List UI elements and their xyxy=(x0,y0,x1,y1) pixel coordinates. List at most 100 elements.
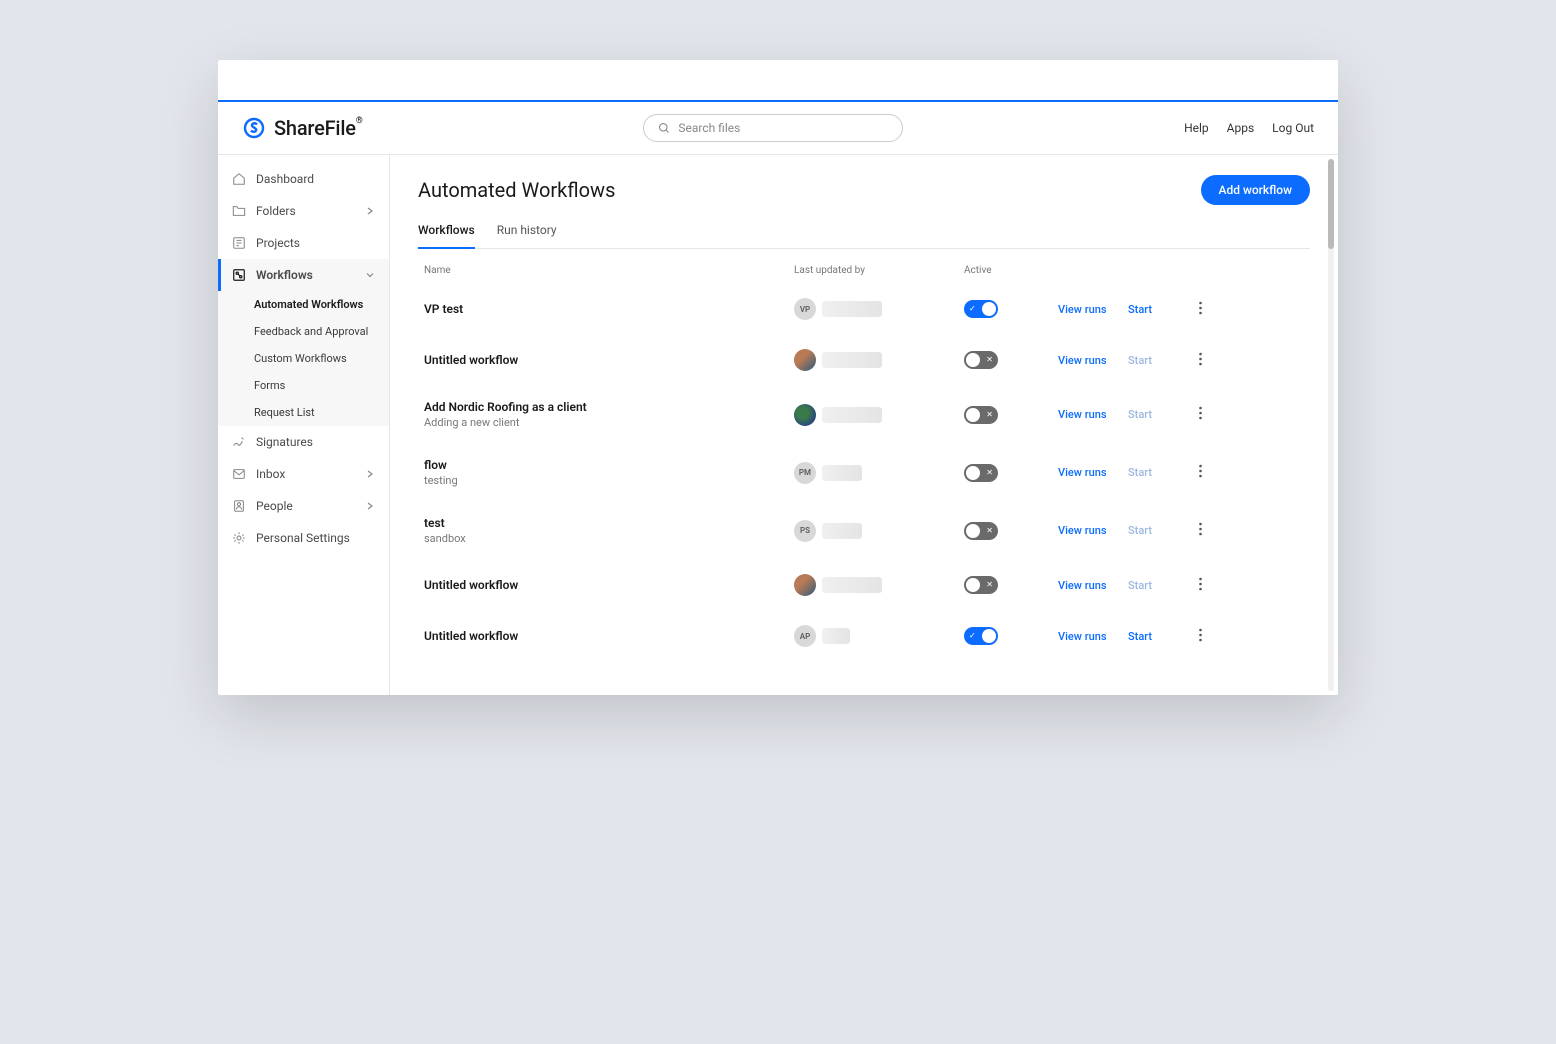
view-runs-link[interactable]: View runs xyxy=(1058,466,1128,479)
sidebar-sub-custom[interactable]: Custom Workflows xyxy=(218,345,389,372)
logout-link[interactable]: Log Out xyxy=(1272,121,1314,135)
row-title: Untitled workflow xyxy=(424,629,794,643)
chevron-right-icon xyxy=(365,206,375,216)
inbox-icon xyxy=(232,467,246,481)
more-vertical-icon xyxy=(1199,522,1202,536)
row-menu-button[interactable] xyxy=(1188,627,1212,646)
start-link: Start xyxy=(1128,354,1188,367)
table-row[interactable]: VP test VP ✓ View runs Start xyxy=(418,284,1310,335)
active-toggle[interactable]: ✕ xyxy=(964,406,998,424)
row-title: Add Nordic Roofing as a client xyxy=(424,400,794,414)
table-row[interactable]: Untitled workflow AP ✓ View runs Start xyxy=(418,611,1310,662)
sidebar-sub-request[interactable]: Request List xyxy=(218,399,389,426)
gear-icon xyxy=(232,531,246,545)
start-link: Start xyxy=(1128,408,1188,421)
start-link[interactable]: Start xyxy=(1128,630,1188,643)
avatar xyxy=(794,574,816,596)
col-header-name[interactable]: Name xyxy=(424,265,794,276)
more-vertical-icon xyxy=(1199,301,1202,315)
avatar: VP xyxy=(794,298,816,320)
sidebar-item-workflows[interactable]: Workflows xyxy=(218,259,389,291)
table-row[interactable]: Untitled workflow ✕ View runs Start xyxy=(418,560,1310,611)
people-icon xyxy=(232,499,246,513)
view-runs-link[interactable]: View runs xyxy=(1058,303,1128,316)
sidebar-item-folders[interactable]: Folders xyxy=(218,195,389,227)
sidebar-item-people[interactable]: People xyxy=(218,490,389,522)
active-toggle[interactable]: ✕ xyxy=(964,522,998,540)
row-subtitle: sandbox xyxy=(424,532,794,545)
main-area: Dashboard Folders Projects Workflows Aut… xyxy=(218,155,1338,695)
brand-name: ShareFile® xyxy=(274,116,363,140)
row-menu-button[interactable] xyxy=(1188,463,1212,482)
table-row[interactable]: Untitled workflow ✕ View runs Start xyxy=(418,335,1310,386)
view-runs-link[interactable]: View runs xyxy=(1058,630,1128,643)
scroll-thumb[interactable] xyxy=(1328,159,1334,249)
table-body: VP test VP ✓ View runs Start Untitled wo… xyxy=(418,284,1310,662)
start-link[interactable]: Start xyxy=(1128,303,1188,316)
active-toggle[interactable]: ✓ xyxy=(964,627,998,645)
avatar: AP xyxy=(794,625,816,647)
more-vertical-icon xyxy=(1199,577,1202,591)
avatar xyxy=(794,404,816,426)
more-vertical-icon xyxy=(1199,406,1202,420)
sidebar-item-dashboard[interactable]: Dashboard xyxy=(218,163,389,195)
active-toggle[interactable]: ✓ xyxy=(964,300,998,318)
row-title: test xyxy=(424,516,794,530)
row-menu-button[interactable] xyxy=(1188,300,1212,319)
row-menu-button[interactable] xyxy=(1188,576,1212,595)
sidebar-sub-feedback[interactable]: Feedback and Approval xyxy=(218,318,389,345)
search-icon xyxy=(658,122,670,134)
table-row[interactable]: test sandbox PS ✕ View runs Start xyxy=(418,502,1310,560)
tab-run-history[interactable]: Run history xyxy=(497,223,557,248)
row-menu-button[interactable] xyxy=(1188,405,1212,424)
view-runs-link[interactable]: View runs xyxy=(1058,354,1128,367)
page-title: Automated Workflows xyxy=(418,178,615,202)
add-workflow-button[interactable]: Add workflow xyxy=(1201,175,1311,205)
sidebar-item-label: Workflows xyxy=(256,268,313,282)
redacted-name xyxy=(822,352,882,368)
redacted-name xyxy=(822,577,882,593)
table-row[interactable]: Add Nordic Roofing as a client Adding a … xyxy=(418,386,1310,444)
sharefile-logo-icon xyxy=(242,116,266,140)
view-runs-link[interactable]: View runs xyxy=(1058,408,1128,421)
help-link[interactable]: Help xyxy=(1184,121,1209,135)
view-runs-link[interactable]: View runs xyxy=(1058,524,1128,537)
brand[interactable]: ShareFile® xyxy=(242,116,363,140)
row-title: Untitled workflow xyxy=(424,578,794,592)
active-toggle[interactable]: ✕ xyxy=(964,576,998,594)
table-header-row: Name Last updated by Active xyxy=(418,253,1310,284)
table-row[interactable]: flow testing PM ✕ View runs Start xyxy=(418,444,1310,502)
chevron-down-icon xyxy=(365,270,375,280)
tab-workflows[interactable]: Workflows xyxy=(418,223,475,249)
redacted-name xyxy=(822,301,882,317)
sidebar-sub-forms[interactable]: Forms xyxy=(218,372,389,399)
redacted-name xyxy=(822,628,850,644)
sidebar-item-signatures[interactable]: Signatures xyxy=(218,426,389,458)
avatar: PM xyxy=(794,462,816,484)
col-header-updated[interactable]: Last updated by xyxy=(794,265,964,276)
sidebar-item-projects[interactable]: Projects xyxy=(218,227,389,259)
sidebar-item-settings[interactable]: Personal Settings xyxy=(218,522,389,554)
more-vertical-icon xyxy=(1199,628,1202,642)
row-menu-button[interactable] xyxy=(1188,351,1212,370)
sidebar-sub-automated[interactable]: Automated Workflows xyxy=(218,291,389,318)
search-input[interactable]: Search files xyxy=(643,114,903,142)
sidebar-item-label: Dashboard xyxy=(256,172,314,186)
avatar: PS xyxy=(794,520,816,542)
chevron-right-icon xyxy=(365,469,375,479)
row-subtitle: Adding a new client xyxy=(424,416,794,429)
sidebar: Dashboard Folders Projects Workflows Aut… xyxy=(218,155,390,695)
sidebar-item-inbox[interactable]: Inbox xyxy=(218,458,389,490)
col-header-active[interactable]: Active xyxy=(964,265,1058,276)
apps-link[interactable]: Apps xyxy=(1227,121,1255,135)
sidebar-item-label: Projects xyxy=(256,236,300,250)
sidebar-item-label: Personal Settings xyxy=(256,531,350,545)
row-subtitle: testing xyxy=(424,474,794,487)
row-title: flow xyxy=(424,458,794,472)
view-runs-link[interactable]: View runs xyxy=(1058,579,1128,592)
row-menu-button[interactable] xyxy=(1188,521,1212,540)
active-toggle[interactable]: ✕ xyxy=(964,351,998,369)
active-toggle[interactable]: ✕ xyxy=(964,464,998,482)
row-title: VP test xyxy=(424,302,794,316)
scrollbar[interactable] xyxy=(1326,159,1336,691)
